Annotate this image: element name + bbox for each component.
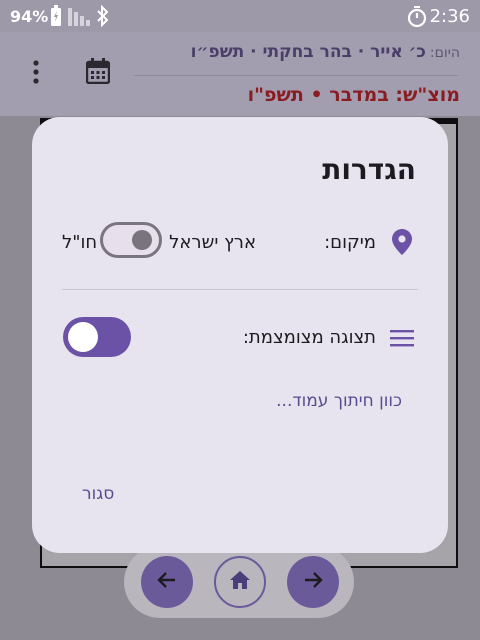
home-icon (229, 570, 251, 594)
next-button[interactable] (287, 556, 339, 608)
location-option-israel[interactable]: ארץ ישראל (169, 232, 256, 253)
bottom-nav (124, 546, 354, 618)
clock-time: 2:36 (429, 6, 470, 27)
home-button[interactable] (214, 556, 266, 608)
signal-icon (68, 6, 92, 30)
dialog-title: הגדרות (322, 153, 416, 186)
calendar-icon[interactable] (85, 58, 111, 88)
prev-button[interactable] (141, 556, 193, 608)
arrow-left-icon (156, 569, 178, 595)
location-pin-icon (392, 229, 412, 259)
timer-icon (406, 5, 428, 31)
calibrate-crop-link[interactable]: כוון חיתוך עמוד... (276, 391, 402, 411)
app-header: היום:כ׳ אייר · בהר בחקתי · תשפ״ו מוצ"ש: … (0, 32, 480, 116)
location-option-abroad[interactable]: חו"ל (62, 232, 97, 253)
today-label: היום: (429, 45, 460, 61)
battery-percent: 94% (10, 7, 49, 26)
location-switch-knob (132, 230, 152, 250)
location-label: מיקום: (324, 232, 376, 253)
compact-view-switch[interactable] (63, 317, 131, 357)
menu-lines-icon (390, 329, 414, 351)
status-bar: 94% 2:36 (0, 0, 480, 32)
more-vert-icon[interactable] (32, 60, 40, 88)
today-value: כ׳ אייר · בהר בחקתי · תשפ״ו (190, 42, 426, 62)
settings-dialog: הגדרות מיקום: ארץ ישראל חו"ל תצוגה מצומצ… (32, 117, 448, 553)
battery-icon (50, 5, 62, 31)
location-switch[interactable] (100, 222, 162, 258)
compact-view-switch-knob (68, 322, 98, 352)
motzash-parasha: מוצ"ש: במדבר • תשפ"ו (247, 84, 460, 106)
bluetooth-icon (96, 4, 110, 31)
dialog-divider (62, 289, 418, 290)
compact-view-label: תצוגה מצומצמת: (242, 327, 376, 348)
arrow-right-icon (302, 569, 324, 595)
header-divider (134, 75, 458, 76)
close-button[interactable]: סגור (82, 484, 114, 504)
today-date: היום:כ׳ אייר · בהר בחקתי · תשפ״ו (191, 42, 460, 62)
